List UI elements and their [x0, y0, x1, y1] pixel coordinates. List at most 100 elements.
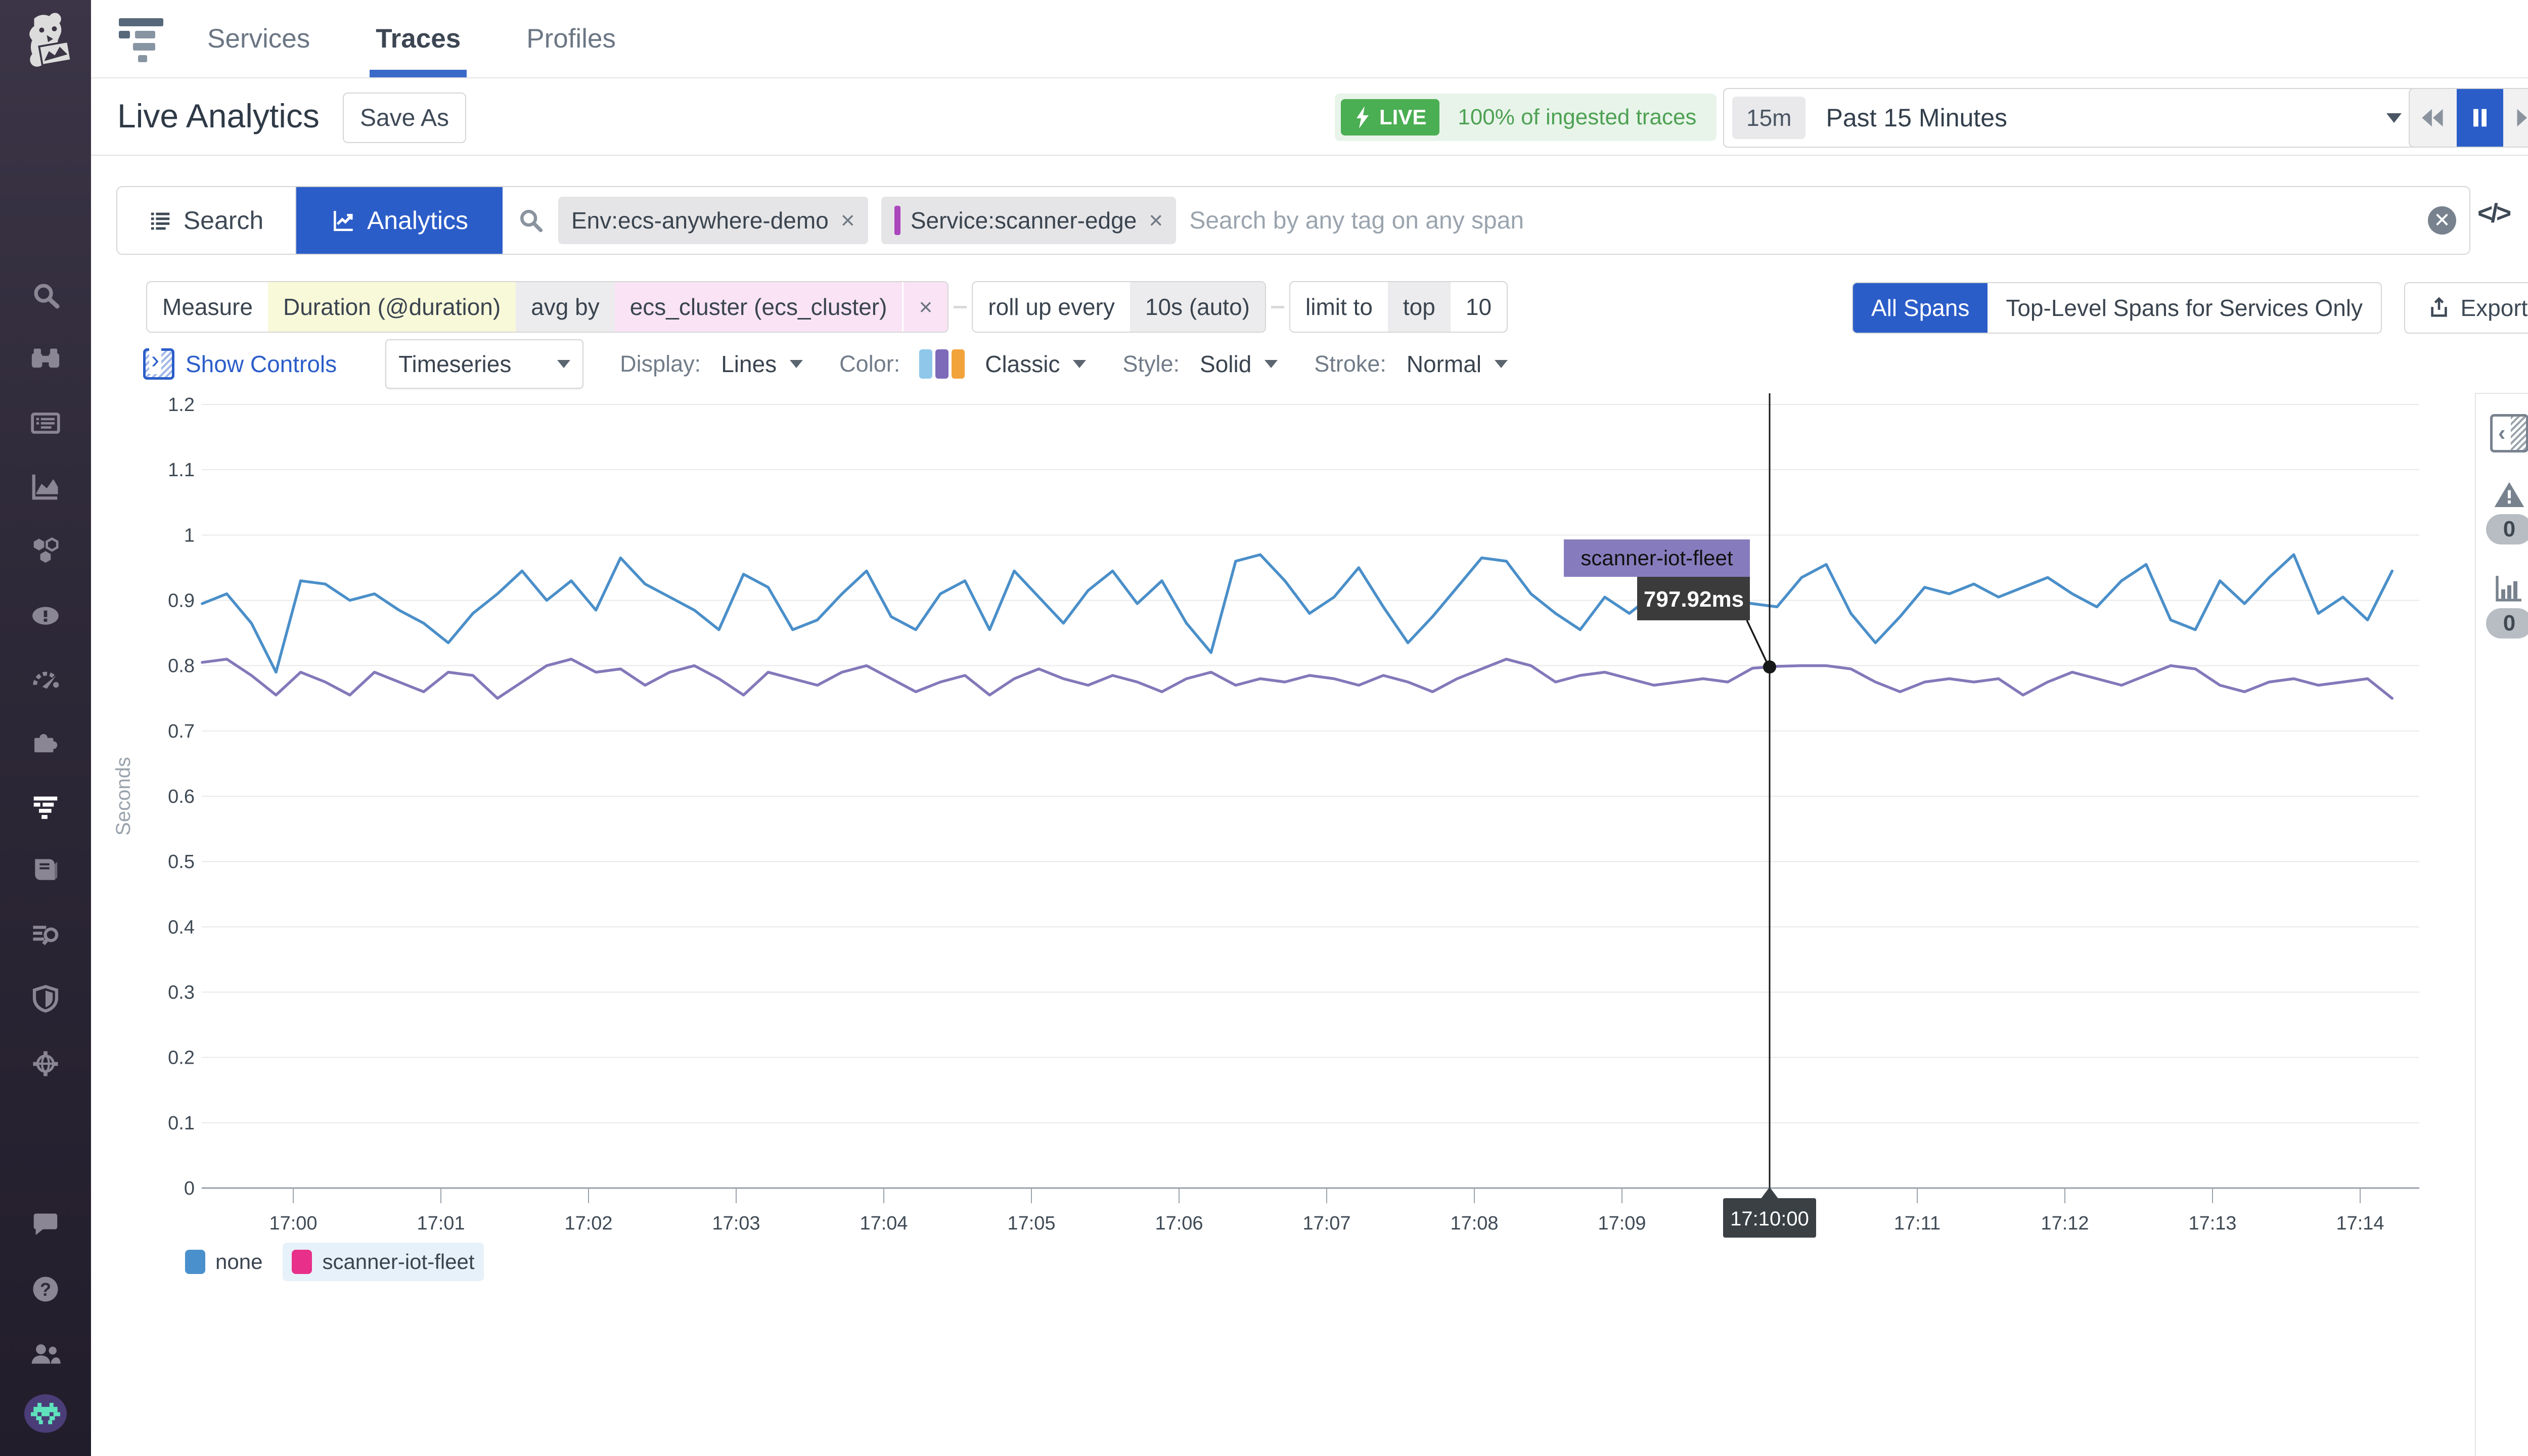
sidebar-infrastructure-icon[interactable] [29, 534, 62, 568]
sidebar-apm-gauge-icon[interactable] [29, 662, 62, 696]
aggregation-label[interactable]: avg by [516, 282, 615, 332]
datadog-logo-icon[interactable] [15, 11, 78, 71]
playback-controls [2409, 88, 2528, 148]
svg-text:17:02: 17:02 [564, 1213, 612, 1234]
show-controls-button[interactable]: Show Controls [143, 348, 337, 380]
svg-text:17:09: 17:09 [1598, 1213, 1646, 1234]
viz-type-select[interactable]: Timeseries [385, 339, 583, 389]
svg-text:17:05: 17:05 [1007, 1213, 1055, 1234]
rewind-button[interactable] [2410, 89, 2457, 147]
sidebar-security-icon[interactable] [29, 982, 62, 1016]
save-as-button[interactable]: Save As [343, 93, 466, 143]
measure-label: Measure [147, 282, 268, 332]
sidebar-notebooks-icon[interactable] [29, 853, 62, 886]
limit-group: limit to top 10 [1289, 281, 1508, 333]
remove-filter-icon[interactable]: × [841, 207, 855, 235]
time-range-picker[interactable]: 15m Past 15 Minutes [1723, 88, 2420, 148]
search-input[interactable]: Search by any tag on any span [1189, 207, 2428, 235]
search-mode-tab[interactable]: Search [117, 187, 296, 254]
remove-filter-icon[interactable]: × [1149, 207, 1163, 235]
legend-item-none[interactable]: none [176, 1243, 272, 1281]
chevron-down-icon [1495, 360, 1508, 368]
filter-tag-label: Service:scanner-edge [911, 207, 1137, 234]
stroke-select[interactable]: Normal [1407, 350, 1508, 378]
top-navigation: Services Traces Profiles [91, 0, 2528, 78]
page-title: Live Analytics [117, 97, 320, 135]
svg-text:Seconds: Seconds [112, 757, 134, 836]
sidebar-search-icon[interactable] [29, 279, 62, 312]
collapse-panel-button[interactable]: ‹ [2490, 414, 2528, 452]
live-toggle-button[interactable]: LIVE [1341, 99, 1439, 135]
group-by-dropdown[interactable]: ecs_cluster (ecs_cluster) [615, 282, 902, 332]
legend-item-scanner-iot-fleet[interactable]: scanner-iot-fleet [283, 1243, 483, 1281]
limit-mode-dropdown[interactable]: top [1388, 282, 1451, 332]
sidebar-network-icon[interactable] [29, 1047, 62, 1080]
style-select[interactable]: Solid [1200, 350, 1278, 378]
search-bar: Search Analytics Env:ecs-anywhere-demo ×… [116, 186, 2470, 255]
sidebar-dashboards-icon[interactable] [29, 406, 62, 440]
fast-forward-button[interactable] [2503, 89, 2528, 147]
top-level-spans-option[interactable]: Top-Level Spans for Services Only [1988, 283, 2381, 333]
chart-legend: none scanner-iot-fleet [176, 1243, 484, 1281]
analytics-mode-tab[interactable]: Analytics [296, 187, 503, 254]
display-label: Display: [620, 351, 701, 377]
sidebar-traces-icon[interactable] [29, 790, 62, 823]
timeseries-chart[interactable]: 00.10.20.30.40.50.60.70.80.911.11.2Secon… [91, 389, 2475, 1294]
color-select[interactable]: Classic [985, 350, 1086, 378]
user-avatar[interactable] [24, 1394, 67, 1433]
svg-text:17:06: 17:06 [1155, 1213, 1203, 1234]
export-button[interactable]: Export [2404, 282, 2528, 334]
display-value: Lines [721, 350, 777, 378]
filter-tag-service[interactable]: Service:scanner-edge × [881, 197, 1177, 244]
palette-swatch [919, 349, 932, 379]
all-spans-option[interactable]: All Spans [1853, 283, 1988, 333]
svg-text:17:01: 17:01 [417, 1213, 465, 1234]
svg-text:scanner-iot-fleet: scanner-iot-fleet [1581, 546, 1733, 570]
sidebar-chat-icon[interactable] [29, 1208, 62, 1241]
sidebar-log-explorer-icon[interactable] [29, 918, 62, 951]
svg-text:?: ? [40, 1279, 51, 1300]
filter-tag-env[interactable]: Env:ecs-anywhere-demo × [558, 197, 868, 244]
sidebar-help-icon[interactable]: ? [29, 1272, 62, 1306]
tab-profiles[interactable]: Profiles [526, 0, 616, 77]
sidebar-monitors-icon[interactable] [29, 599, 62, 632]
style-label: Style: [1122, 351, 1180, 377]
remove-group-by-icon[interactable]: × [902, 282, 947, 332]
list-icon [149, 209, 172, 232]
svg-text:0.6: 0.6 [168, 786, 195, 807]
live-analytics-page: ? Services Traces Profiles [0, 0, 2528, 1456]
svg-text:1: 1 [184, 525, 195, 546]
search-icon [518, 207, 544, 234]
sidebar-metrics-icon[interactable] [29, 470, 62, 503]
color-value: Classic [985, 350, 1060, 378]
stats-count-badge: 0 [2486, 608, 2528, 639]
sidebar-watchdog-icon[interactable] [29, 342, 62, 375]
stats-chart-icon[interactable] [2493, 572, 2525, 604]
sidebar-integrations-icon[interactable] [29, 726, 62, 760]
sidebar-users-icon[interactable] [29, 1337, 62, 1371]
svg-text:0.3: 0.3 [168, 982, 195, 1004]
nav-tabs: Services Traces Profiles [207, 0, 616, 77]
right-side-panel: ‹ 0 0 [2475, 393, 2528, 1456]
svg-text:797.92ms: 797.92ms [1644, 587, 1744, 612]
code-view-icon[interactable]: </> [2477, 198, 2509, 229]
measure-value-dropdown[interactable]: Duration (@duration) [268, 282, 516, 332]
tab-traces[interactable]: Traces [376, 0, 461, 77]
errors-warning-icon[interactable] [2493, 479, 2525, 511]
time-range-label: Past 15 Minutes [1826, 103, 2366, 132]
svg-text:0.2: 0.2 [168, 1048, 195, 1069]
palette-swatch [952, 349, 965, 379]
chevron-down-icon [1265, 360, 1278, 368]
measure-group: Measure Duration (@duration) avg by ecs_… [146, 281, 949, 333]
title-bar: Live Analytics Save As LIVE 100% of inge… [91, 78, 2528, 156]
color-label: Color: [839, 351, 900, 377]
left-sidebar: ? [0, 0, 91, 1456]
clear-search-icon[interactable]: ✕ [2428, 206, 2456, 235]
display-select[interactable]: Lines [721, 350, 803, 378]
tab-services[interactable]: Services [207, 0, 310, 77]
limit-value-input[interactable]: 10 [1451, 282, 1507, 332]
stroke-value: Normal [1407, 350, 1481, 378]
rollup-value-dropdown[interactable]: 10s (auto) [1130, 282, 1265, 332]
analytics-chart-icon [331, 208, 356, 233]
pause-button[interactable] [2457, 89, 2504, 147]
